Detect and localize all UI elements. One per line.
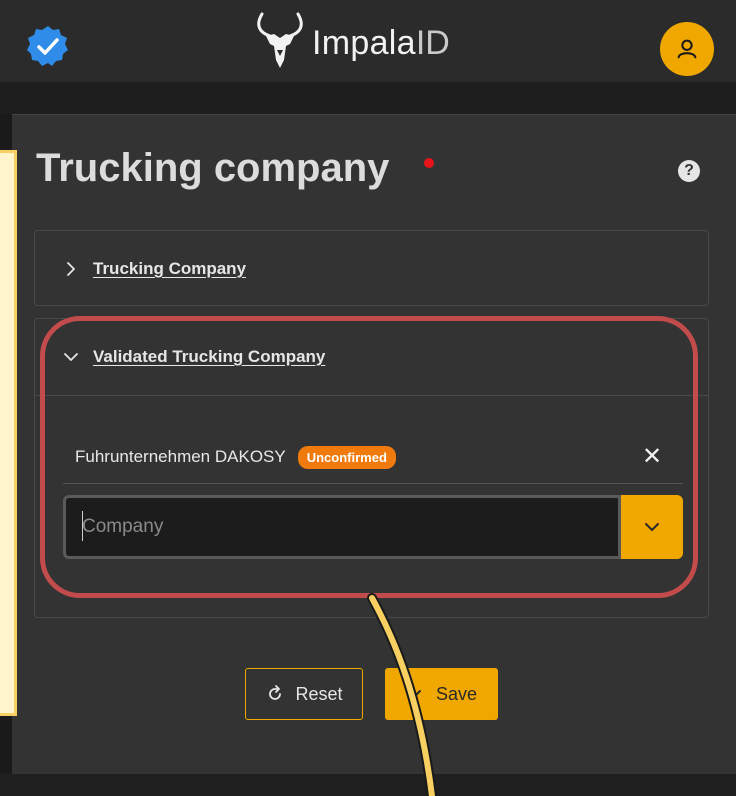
section-validated-trucking-company: Validated Trucking Company Fuhrunternehm…: [34, 318, 709, 618]
company-input[interactable]: [63, 495, 621, 559]
divider: [35, 395, 708, 396]
check-badge-icon: [27, 26, 68, 66]
save-button[interactable]: Save: [385, 668, 498, 720]
account-button[interactable]: [660, 22, 714, 76]
brand[interactable]: Impala ID: [250, 10, 450, 76]
required-indicator: [424, 158, 434, 168]
status-badge: Unconfirmed: [297, 445, 396, 469]
selected-company-chip: Fuhrunternehmen DAKOSY Unconfirmed ✕: [75, 439, 670, 475]
chevron-down-icon: [64, 353, 78, 361]
page-title: Trucking company: [36, 146, 390, 190]
selected-company-name: Fuhrunternehmen DAKOSY: [75, 447, 286, 466]
help-icon[interactable]: ?: [678, 160, 700, 182]
header-spacer: [0, 82, 736, 114]
reset-icon: [269, 685, 282, 700]
user-icon: [677, 39, 697, 59]
remove-company-button[interactable]: ✕: [634, 439, 670, 475]
section-trucking-company: Trucking Company: [34, 230, 709, 306]
divider: [63, 483, 683, 484]
section-header-trucking-company[interactable]: Trucking Company: [35, 231, 708, 307]
impala-logo-icon: [257, 12, 303, 68]
section-title: Validated Trucking Company: [93, 347, 326, 366]
brand-suffix: ID: [415, 23, 450, 62]
company-dropdown-button[interactable]: [621, 495, 683, 559]
app-root: Impala ID Trucking company ? Trucking Com…: [0, 0, 736, 796]
chevron-down-icon: [406, 690, 421, 698]
section-header-validated-trucking-company[interactable]: Validated Trucking Company: [35, 319, 708, 395]
section-title: Trucking Company: [93, 259, 247, 278]
chevron-right-icon: [67, 262, 75, 276]
footer-strip: [0, 774, 736, 796]
reset-label: Reset: [295, 683, 343, 704]
text-cursor: [82, 511, 83, 541]
top-bar: Impala ID: [0, 0, 736, 82]
company-combobox: [63, 495, 683, 559]
save-label: Save: [435, 683, 478, 704]
brand-name: Impala: [312, 23, 416, 62]
reset-button[interactable]: Reset: [245, 668, 363, 720]
annotation-bracket: [0, 150, 17, 716]
chevron-down-icon: [645, 523, 659, 531]
